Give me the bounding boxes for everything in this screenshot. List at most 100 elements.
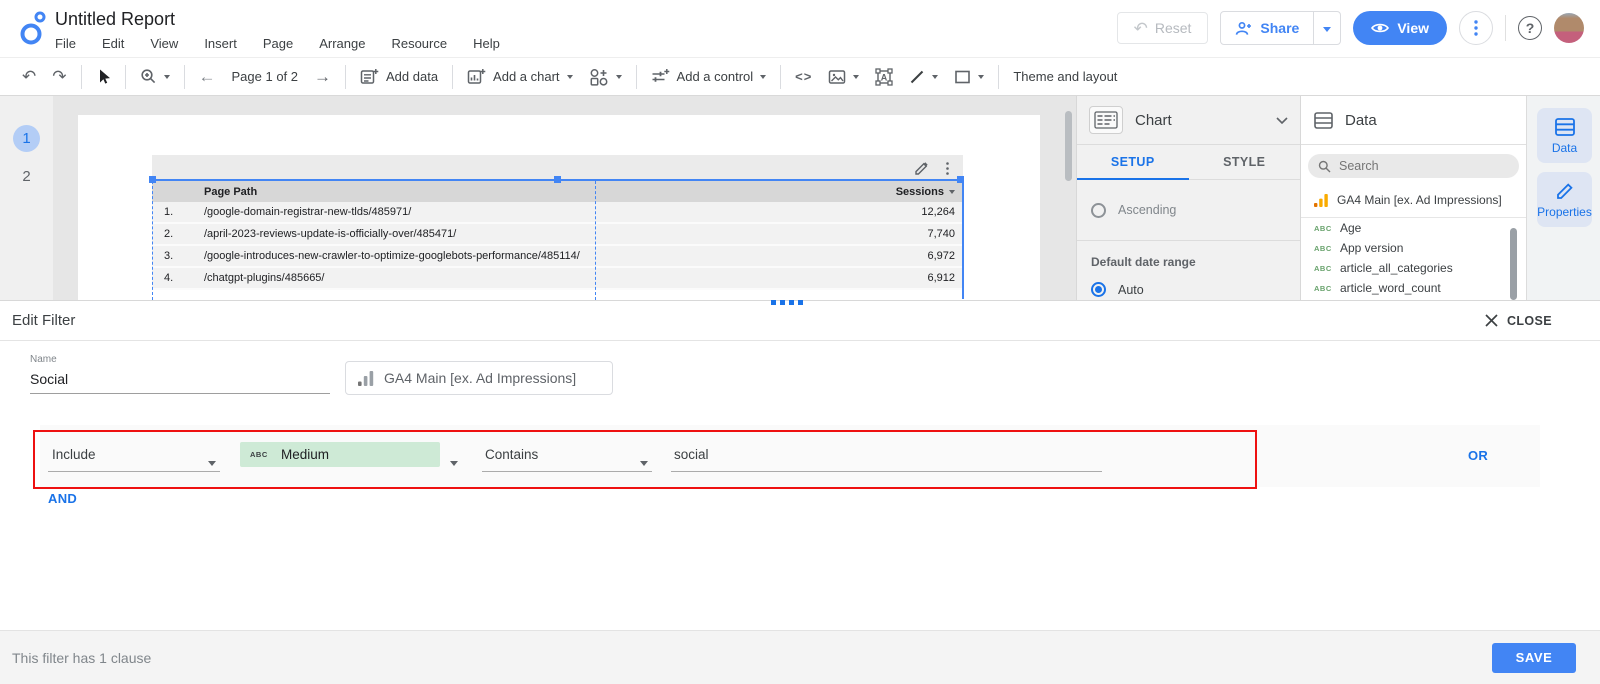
view-button[interactable]: View — [1353, 11, 1447, 45]
prev-page-button[interactable]: ← — [191, 68, 224, 85]
avatar[interactable] — [1554, 13, 1584, 43]
menu-help[interactable]: Help — [473, 36, 500, 51]
menu-page[interactable]: Page — [263, 36, 293, 51]
menu-file[interactable]: File — [55, 36, 76, 51]
chart-panel-title: Chart — [1135, 111, 1172, 129]
report-title[interactable]: Untitled Report — [55, 9, 175, 30]
menu-edit[interactable]: Edit — [102, 36, 124, 51]
or-clause-link[interactable]: OR — [1468, 448, 1488, 463]
menu-view[interactable]: View — [150, 36, 178, 51]
zoom-tool-button[interactable] — [132, 68, 178, 85]
share-dropdown-caret[interactable] — [1314, 19, 1340, 37]
page-thumb-2[interactable]: 2 — [13, 168, 40, 185]
field-list-scrollbar[interactable] — [1510, 228, 1517, 300]
community-visualizations-button[interactable] — [581, 68, 630, 86]
line-icon — [911, 70, 924, 83]
column-header-page-path[interactable]: Page Path — [196, 186, 595, 198]
add-data-button[interactable]: Add data — [352, 68, 446, 85]
resize-handle[interactable] — [149, 176, 156, 183]
add-chart-button[interactable]: Add a chart — [459, 68, 581, 85]
menu-insert[interactable]: Insert — [204, 36, 237, 51]
insert-text-button[interactable]: A — [867, 67, 901, 86]
chevron-down-icon[interactable] — [1276, 116, 1288, 124]
insert-image-button[interactable] — [820, 69, 867, 85]
field-item[interactable]: ABC App version — [1301, 238, 1526, 258]
more-options-button[interactable] — [1459, 11, 1493, 45]
column-header-sessions[interactable]: Sessions — [595, 186, 963, 198]
text-field-type-icon: ABC — [1314, 263, 1332, 273]
table-chart[interactable]: Page Path Sessions 1. /google-domain-reg… — [152, 181, 963, 290]
filter-data-source-chip[interactable]: GA4 Main [ex. Ad Impressions] — [345, 361, 613, 395]
tab-style[interactable]: STYLE — [1189, 145, 1301, 179]
pages-rail: 1 2 — [0, 96, 53, 300]
filter-data-source-name: GA4 Main [ex. Ad Impressions] — [384, 370, 577, 386]
filter-value-input[interactable]: social — [671, 425, 1102, 487]
search-icon — [1318, 160, 1331, 173]
reset-label: Reset — [1154, 20, 1192, 36]
active-tab-underline — [1077, 178, 1189, 180]
menu-arrange[interactable]: Arrange — [319, 36, 365, 51]
divider — [1505, 15, 1506, 41]
report-canvas[interactable]: Page Path Sessions 1. /google-domain-reg… — [53, 96, 1076, 300]
and-clause-link[interactable]: AND — [48, 491, 77, 506]
page-nav-label[interactable]: Page 1 of 2 — [224, 69, 307, 84]
ascending-radio[interactable] — [1091, 202, 1106, 218]
operator-select[interactable]: Include — [48, 425, 220, 487]
chart-kebab-menu-icon[interactable] — [946, 161, 949, 175]
data-source-row[interactable]: GA4 Main [ex. Ad Impressions] — [1301, 184, 1526, 218]
theme-layout-button[interactable]: Theme and layout — [1005, 69, 1125, 84]
field-chip[interactable]: ABC Medium — [240, 442, 440, 467]
filter-panel-footer: This filter has 1 clause SAVE — [0, 630, 1600, 684]
sort-caret-icon — [949, 189, 955, 194]
report-page[interactable]: Page Path Sessions 1. /google-domain-reg… — [78, 115, 1040, 300]
zoom-icon — [140, 69, 155, 84]
edit-pencil-icon[interactable] — [915, 161, 928, 175]
dropdown-caret-icon — [640, 461, 648, 466]
filter-panel-title: Edit Filter — [12, 312, 76, 329]
save-button[interactable]: SAVE — [1492, 642, 1576, 673]
add-control-button[interactable]: Add a control — [643, 68, 775, 85]
column-divider-guide — [595, 181, 596, 300]
share-button[interactable]: Share — [1220, 11, 1342, 45]
field-dropdown-caret[interactable] — [450, 453, 458, 471]
menu-resource[interactable]: Resource — [391, 36, 447, 51]
date-range-label: Default date range — [1091, 255, 1196, 269]
insert-line-button[interactable] — [901, 69, 946, 85]
data-panel-title: Data — [1345, 111, 1377, 129]
undo-button[interactable]: ↶ — [14, 68, 44, 85]
field-item[interactable]: ABC article_all_categories — [1301, 258, 1526, 278]
menu-bar: File Edit View Insert Page Arrange Resou… — [55, 36, 500, 51]
field-item[interactable]: ABC Age — [1301, 218, 1526, 238]
zoom-caret — [163, 74, 170, 79]
auto-radio[interactable] — [1091, 282, 1106, 297]
reset-button[interactable]: ↶ Reset — [1116, 12, 1209, 44]
embed-code-button[interactable]: <> — [787, 69, 820, 84]
filter-name-input[interactable] — [30, 371, 330, 394]
table-row: 4. /chatgpt-plugins/485665/ 6,912 — [152, 268, 963, 290]
rail-data-button[interactable]: Data — [1537, 108, 1592, 163]
redo-button[interactable]: ↷ — [44, 68, 74, 85]
resize-handle[interactable] — [957, 176, 964, 183]
close-button[interactable]: CLOSE — [1485, 314, 1552, 328]
filter-panel-header: Edit Filter CLOSE — [0, 301, 1600, 341]
table-header-row: Page Path Sessions — [152, 181, 963, 202]
data-source-name: GA4 Main [ex. Ad Impressions] — [1337, 193, 1502, 207]
chart-panel-header[interactable]: Chart — [1077, 96, 1300, 145]
text-field-type-icon: ABC — [250, 450, 268, 459]
rail-properties-button[interactable]: Properties — [1537, 172, 1592, 227]
search-placeholder: Search — [1339, 159, 1379, 173]
filter-name-label: Name — [30, 354, 57, 365]
add-data-icon — [360, 69, 379, 84]
canvas-scrollbar[interactable] — [1065, 111, 1072, 181]
resize-handle[interactable] — [554, 176, 561, 183]
field-item[interactable]: ABC article_word_count — [1301, 278, 1526, 298]
next-page-button[interactable]: → — [306, 68, 339, 85]
insert-shape-button[interactable] — [946, 69, 992, 85]
tab-setup[interactable]: SETUP — [1077, 145, 1189, 179]
condition-select[interactable]: Contains — [482, 425, 652, 487]
page-thumb-1[interactable]: 1 — [13, 125, 40, 152]
select-tool-button[interactable] — [88, 68, 119, 85]
field-search-input[interactable]: Search — [1308, 154, 1519, 178]
help-button[interactable]: ? — [1518, 16, 1542, 40]
panel-drag-handle[interactable] — [771, 300, 803, 305]
